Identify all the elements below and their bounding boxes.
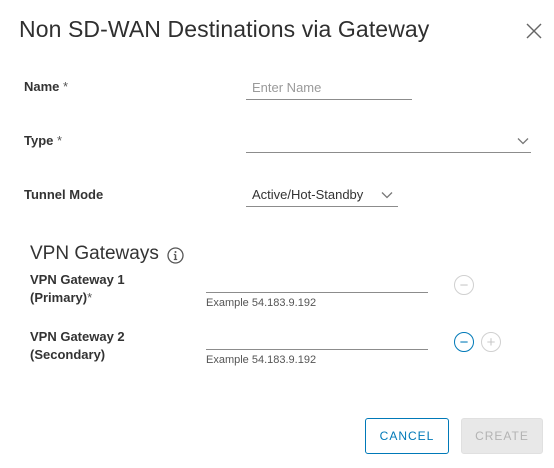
vpn-gateway-2-input[interactable] bbox=[206, 329, 428, 350]
vpn-gateway-1-sublabel: (Primary)* bbox=[30, 290, 93, 305]
tunnel-mode-select[interactable]: Active/Hot-Standby bbox=[246, 185, 398, 207]
minus-icon: − bbox=[459, 276, 469, 294]
chevron-down-icon bbox=[381, 192, 393, 199]
vpn-gateway-2-hint: Example 54.183.9.192 bbox=[206, 354, 317, 366]
remove-gateway-2-button[interactable]: − bbox=[454, 332, 474, 352]
info-icon[interactable] bbox=[167, 247, 184, 264]
chevron-down-icon bbox=[517, 138, 529, 145]
vpn-gateway-2-label: VPN Gateway 2 bbox=[30, 329, 125, 344]
type-select[interactable] bbox=[246, 131, 531, 153]
close-icon[interactable] bbox=[525, 22, 543, 40]
remove-gateway-1-button[interactable]: − bbox=[454, 275, 474, 295]
create-button[interactable]: CREATE bbox=[461, 418, 543, 454]
vpn-gateway-1-hint: Example 54.183.9.192 bbox=[206, 297, 317, 309]
required-mark: * bbox=[87, 290, 93, 305]
vpn-gateway-1-label: VPN Gateway 1 bbox=[30, 272, 125, 287]
tunnel-mode-label: Tunnel Mode bbox=[24, 187, 104, 202]
required-mark: * bbox=[63, 79, 69, 94]
type-label: Type * bbox=[24, 133, 63, 148]
name-label: Name * bbox=[24, 79, 69, 94]
cancel-button[interactable]: CANCEL bbox=[365, 418, 449, 454]
add-gateway-button[interactable]: + bbox=[481, 332, 501, 352]
dialog-title: Non SD-WAN Destinations via Gateway bbox=[19, 16, 430, 42]
tunnel-mode-value: Active/Hot-Standby bbox=[252, 187, 364, 202]
vpn-gateway-1-input[interactable] bbox=[206, 272, 428, 293]
plus-icon: + bbox=[486, 333, 496, 351]
required-mark: * bbox=[57, 133, 63, 148]
vpn-gateway-2-sublabel: (Secondary) bbox=[30, 347, 106, 362]
name-input[interactable] bbox=[246, 79, 412, 100]
vpn-gateways-title: VPN Gateways bbox=[30, 243, 159, 264]
minus-icon: − bbox=[459, 333, 469, 351]
